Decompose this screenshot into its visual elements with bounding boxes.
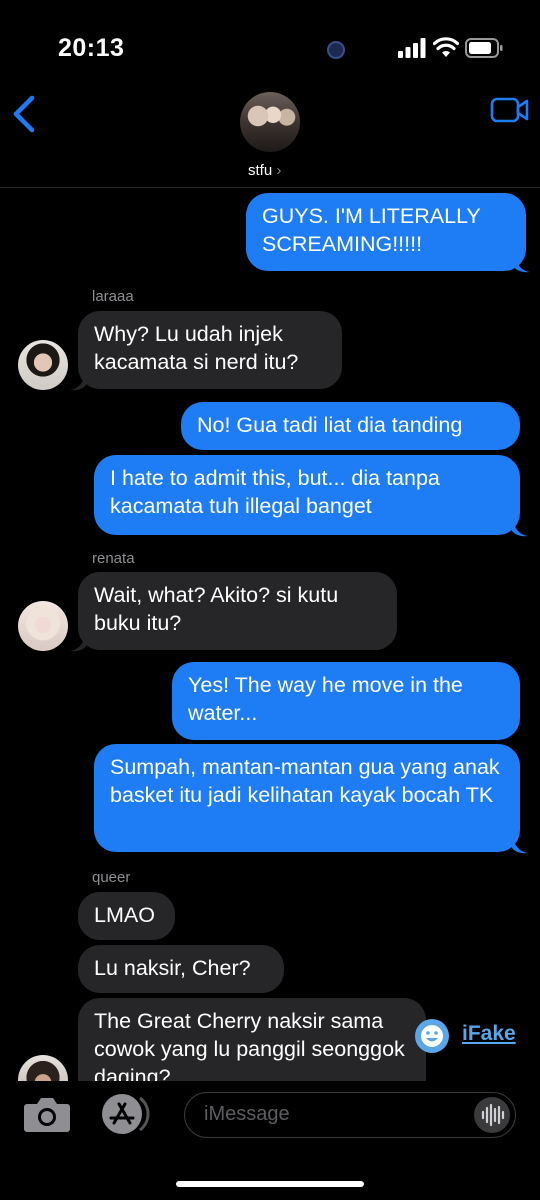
voice-waveform-icon[interactable] xyxy=(474,1097,510,1133)
group-name-button[interactable]: stfu › xyxy=(248,162,281,179)
battery-icon xyxy=(465,38,503,58)
group-name: stfu xyxy=(248,162,273,179)
screen-recording-indicator xyxy=(327,41,345,59)
camera-icon[interactable] xyxy=(22,1094,72,1134)
message-bubble-outgoing[interactable]: GUYS. I'M LITERALLY SCREAMING!!!!! xyxy=(246,193,526,271)
ifake-logo-icon xyxy=(415,1019,449,1053)
message-bubble-outgoing[interactable]: I hate to admit this, but... dia tanpa k… xyxy=(94,455,520,535)
video-camera-icon[interactable] xyxy=(490,95,530,125)
imessage-placeholder: iMessage xyxy=(204,1103,290,1125)
message-bubble-outgoing[interactable]: Yes! The way he move in the water... xyxy=(172,662,520,740)
bubble-tail xyxy=(70,371,86,391)
home-indicator xyxy=(176,1181,364,1187)
back-chevron-icon[interactable] xyxy=(8,94,44,134)
message-bubble-incoming[interactable]: Lu naksir, Cher? xyxy=(78,945,284,993)
ifake-watermark: iFake xyxy=(462,1022,516,1045)
message-bubble-incoming[interactable]: Why? Lu udah injek kacamata si nerd itu? xyxy=(78,311,342,389)
sender-name: renata xyxy=(92,550,135,567)
message-bubble-incoming[interactable]: LMAO xyxy=(78,892,175,940)
avatar-renata[interactable] xyxy=(18,601,68,651)
chevron-right-icon: › xyxy=(276,162,282,179)
bubble-tail xyxy=(70,632,86,652)
message-bubble-incoming[interactable]: Wait, what? Akito? si kutu buku itu? xyxy=(78,572,397,650)
app-store-icon[interactable] xyxy=(100,1092,156,1136)
message-bubble-outgoing[interactable]: Sumpah, mantan-mantan gua yang anak bask… xyxy=(94,744,520,852)
signal-icon xyxy=(398,38,426,58)
status-time: 20:13 xyxy=(58,34,125,62)
bubble-tail xyxy=(512,834,528,854)
group-avatar[interactable] xyxy=(240,92,300,152)
avatar-laraaa[interactable] xyxy=(18,340,68,390)
bubble-tail xyxy=(512,517,528,537)
wifi-icon xyxy=(433,37,459,57)
message-bubble-outgoing[interactable]: No! Gua tadi liat dia tanding xyxy=(181,402,520,450)
header-divider xyxy=(0,187,540,188)
sender-name: laraaa xyxy=(92,288,134,305)
bubble-tail xyxy=(514,253,530,273)
sender-name: queer xyxy=(92,869,131,886)
